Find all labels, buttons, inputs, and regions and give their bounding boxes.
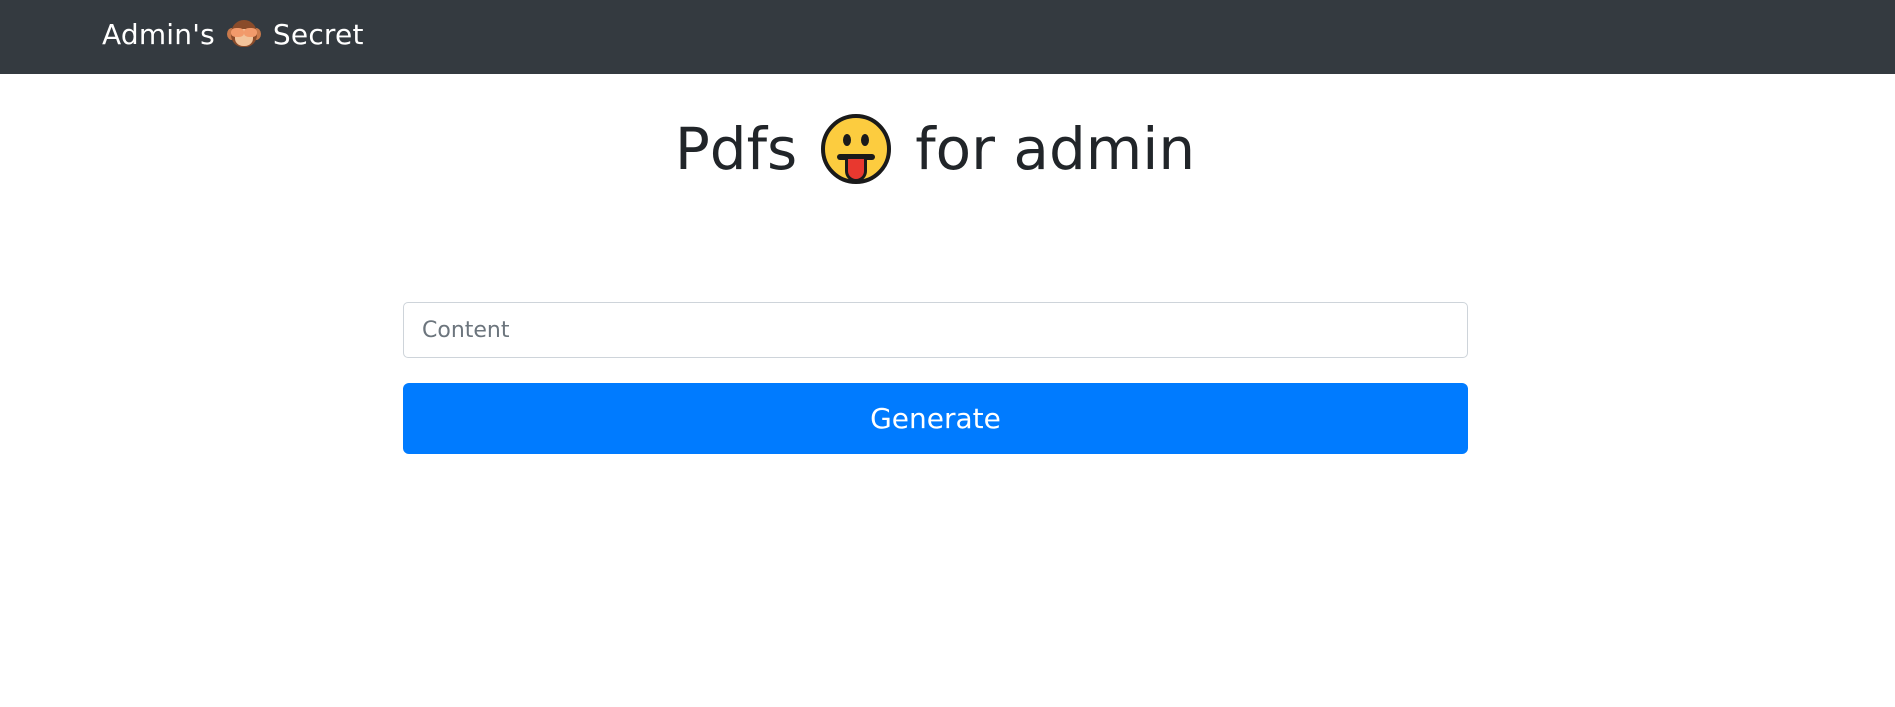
page-title-after: for admin [915, 115, 1196, 183]
navbar-brand[interactable]: Admin's Secret [102, 12, 364, 56]
brand-text-after: Secret [272, 17, 364, 51]
page-title: Pdfs for admin [0, 108, 1870, 190]
pdf-form: Generate [403, 302, 1468, 454]
page-title-before: Pdfs [674, 115, 798, 183]
see-no-evil-monkey-icon [226, 17, 261, 51]
brand-text-before: Admin's [102, 17, 215, 51]
generate-button[interactable]: Generate [403, 383, 1468, 454]
tongue-out-face-icon [821, 114, 892, 184]
content-input[interactable] [403, 302, 1468, 358]
navbar: Admin's Secret [0, 0, 1895, 74]
